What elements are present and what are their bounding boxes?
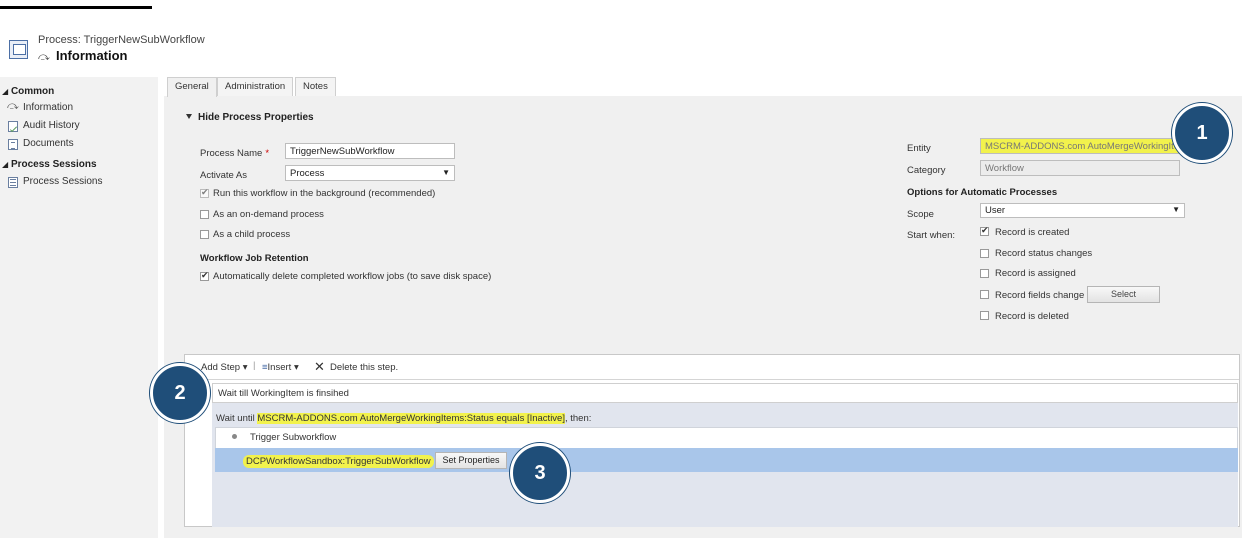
- process-sessions-icon: [8, 177, 18, 188]
- start-when-label: Start when:: [907, 230, 956, 241]
- nav-item-information[interactable]: Information: [7, 100, 73, 113]
- wait-condition-line[interactable]: Wait until MSCRM-ADDONS.com AutoMergeWor…: [216, 413, 591, 424]
- document-icon: [8, 139, 18, 150]
- toolbar-separator: [183, 379, 1239, 380]
- wait-condition-link[interactable]: MSCRM-ADDONS.com AutoMergeWorkingItems:S…: [257, 413, 565, 424]
- entity-input: MSCRM-ADDONS.com AutoMergeWorkingItem: [980, 138, 1180, 154]
- entity-label: Entity: [907, 143, 931, 154]
- child-step-row[interactable]: [215, 427, 1238, 449]
- child-step-name: Trigger Subworkflow: [250, 432, 337, 443]
- chevron-down-icon: ▼: [1172, 205, 1180, 214]
- activate-as-select[interactable]: Process ▼: [285, 165, 455, 181]
- left-navigation: ◢ Common Information Audit History Docum…: [0, 77, 158, 538]
- tab-administration[interactable]: Administration: [217, 77, 294, 96]
- auto-delete-label: Automatically delete completed workflow …: [213, 271, 492, 282]
- tab-notes[interactable]: Notes: [295, 77, 336, 96]
- nav-item-process-sessions[interactable]: Process Sessions: [8, 176, 102, 188]
- auto-delete-checkbox[interactable]: [200, 270, 209, 281]
- record-deleted-label: Record is deleted: [995, 311, 1069, 322]
- process-icon: [9, 40, 28, 59]
- on-demand-checkbox[interactable]: [200, 210, 209, 219]
- nav-group-process-sessions[interactable]: ◢ Process Sessions: [2, 159, 97, 170]
- tab-general[interactable]: General: [167, 77, 217, 97]
- on-demand-label: As an on-demand process: [213, 209, 324, 220]
- record-status-checkbox[interactable]: [980, 249, 989, 258]
- bullet-icon: [232, 434, 237, 439]
- record-fields-label: Record fields change: [995, 290, 1085, 301]
- set-properties-button[interactable]: Set Properties: [435, 452, 507, 469]
- record-created-label: Record is created: [995, 227, 1070, 238]
- select-button[interactable]: Select: [1087, 286, 1160, 303]
- category-input: Workflow: [980, 160, 1180, 176]
- scope-select[interactable]: User ▼: [980, 203, 1185, 218]
- child-process-checkbox[interactable]: [200, 230, 209, 239]
- page-subtitle: Process: TriggerNewSubWorkflow: [38, 34, 205, 46]
- audit-history-icon: [8, 121, 18, 132]
- process-name-input[interactable]: TriggerNewSubWorkflow: [285, 143, 455, 159]
- step-description-text: Wait till WorkingItem is finsihed: [218, 388, 349, 399]
- retention-title: Workflow Job Retention: [200, 253, 309, 264]
- record-created-checkbox[interactable]: [980, 225, 989, 236]
- workflow-icon: ⤼: [38, 51, 50, 63]
- run-background-checkbox[interactable]: [200, 187, 209, 198]
- close-x-icon[interactable]: ✕: [314, 359, 325, 375]
- category-label: Category: [907, 165, 946, 176]
- hide-process-properties-toggle[interactable]: Hide Process Properties: [186, 112, 314, 123]
- callout-3: 3: [510, 443, 570, 503]
- top-rule: [0, 6, 152, 9]
- add-step-menu[interactable]: Add Step ▾: [201, 362, 248, 373]
- page-title: Information: [56, 48, 128, 63]
- step-description-input[interactable]: [212, 383, 1238, 403]
- child-process-label: As a child process: [213, 229, 291, 240]
- chevron-down-icon: ▼: [442, 168, 450, 177]
- nav-group-common[interactable]: ◢ Common: [2, 86, 54, 97]
- nav-item-documents[interactable]: Documents: [8, 138, 74, 150]
- nav-item-audit-history[interactable]: Audit History: [8, 120, 80, 132]
- scope-label: Scope: [907, 209, 934, 220]
- child-workflow-link[interactable]: DCPWorkflowSandbox:TriggerSubWorkflow: [243, 455, 434, 468]
- toolbar-divider: |: [253, 360, 256, 371]
- run-background-label: Run this workflow in the background (rec…: [213, 188, 436, 199]
- collapse-arrow-icon: [186, 114, 192, 119]
- callout-1: 1: [1172, 103, 1232, 163]
- record-deleted-checkbox[interactable]: [980, 311, 989, 320]
- workflow-icon: [7, 100, 19, 114]
- record-assigned-label: Record is assigned: [995, 268, 1076, 279]
- record-assigned-checkbox[interactable]: [980, 269, 989, 278]
- options-title: Options for Automatic Processes: [907, 187, 1058, 198]
- record-fields-checkbox[interactable]: [980, 290, 989, 299]
- activate-as-label: Activate As: [200, 170, 247, 181]
- process-name-label: Process Name *: [200, 148, 270, 159]
- callout-2: 2: [150, 363, 210, 423]
- record-status-label: Record status changes: [995, 248, 1093, 259]
- delete-step-button[interactable]: Delete this step.: [330, 362, 398, 373]
- insert-menu[interactable]: ≡Insert ▾: [262, 362, 299, 373]
